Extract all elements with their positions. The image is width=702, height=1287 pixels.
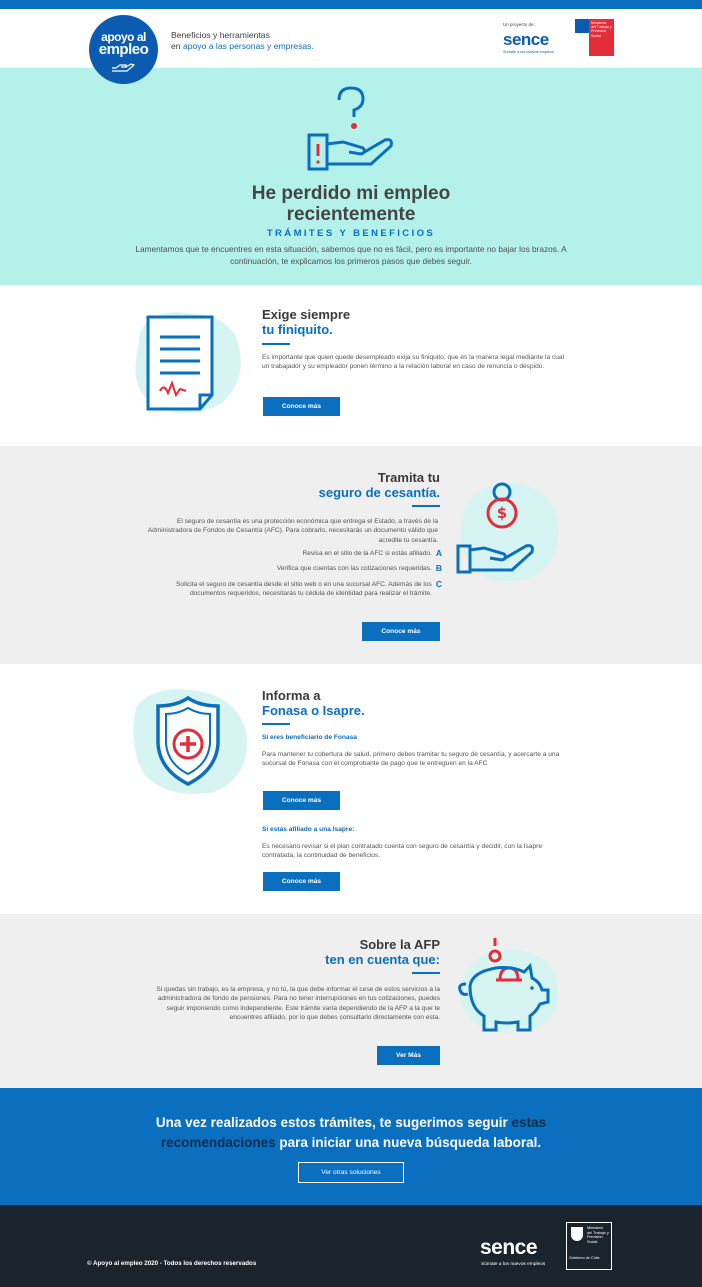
finiquito-divider (262, 343, 290, 345)
ministry-logo[interactable]: Ministerio del Trabajo y Previsión Socia… (575, 19, 614, 56)
sence-slogan: Súmate a los nuevos empleos (503, 50, 554, 54)
sence-logo[interactable]: sence (503, 30, 549, 50)
finiquito-title-blue: tu finiquito. (262, 322, 333, 337)
hand-icon (112, 63, 135, 72)
cesantia-body: El seguro de cesantía es una protección … (147, 518, 438, 544)
step-text: Verifica que cuentas con las cotizacione… (276, 565, 432, 573)
partner-label: Un proyecto de: (503, 22, 535, 27)
apoyo-al-empleo-logo[interactable]: apoyo al empleo (89, 15, 158, 84)
footer-ministry-logo[interactable]: Ministerio del Trabajo y Previsión Socia… (566, 1222, 612, 1270)
page-subtitle: TRÁMITES Y BENEFICIOS (266, 228, 436, 239)
flag-blue-block (575, 19, 589, 33)
tagline-line1: Beneficios y herramientas (171, 30, 270, 40)
afp-ver-mas-button[interactable]: Ver Más (377, 1046, 440, 1065)
finiquito-title-dark: Exige siempre (262, 307, 351, 322)
ministry-label: Ministerio del Trabajo y Previsión Socia… (591, 21, 612, 38)
banner-text-part1: Una vez realizados estos trámites, te su… (155, 1115, 512, 1130)
tagline-prefix: en (171, 41, 183, 51)
isapre-body: Es necesario revisar si el plan contrata… (262, 843, 543, 860)
afp-title-dark: Sobre la AFP (359, 937, 440, 952)
fonasa-title-blue: Fonasa o Isapre. (262, 703, 365, 718)
header-tagline: Beneficios y herramientas en apoyo a las… (171, 30, 314, 52)
afp-body: Si quedas sin trabajo, es la empresa, y … (156, 986, 440, 1021)
fonasa-subheading: Si eres beneficiario de Fonasa (262, 734, 357, 741)
top-accent-bar (0, 0, 702, 9)
ver-otras-soluciones-button[interactable]: Ver otras soluciones (298, 1162, 404, 1183)
health-shield-icon (133, 689, 247, 794)
banner-text-part2: para iniciar una nueva búsqueda laboral. (275, 1135, 542, 1150)
footer-gov-label: Gobierno de Chile (569, 1256, 600, 1261)
question-hand-icon (307, 86, 393, 171)
footer-sence-slogan: Súmate a los nuevos empleos (481, 1262, 546, 1267)
cesantia-divider (412, 505, 440, 507)
page-title: He perdido mi empleo recientemente (0, 183, 702, 225)
fonasa-section (0, 664, 702, 914)
flag-white-block (575, 33, 589, 56)
cesantia-steps: Revisa en el sitio de la AFC si estás af… (132, 549, 442, 598)
logo-line2: empleo (98, 41, 149, 58)
footer-sence-logo[interactable]: sence (480, 1236, 538, 1260)
banner-text: Una vez realizados estos trámites, te su… (120, 1113, 582, 1153)
step-text: Solicita el seguro de cesantía desde el … (176, 580, 432, 597)
cesantia-conoce-mas-button[interactable]: Conoce más (362, 622, 440, 641)
copyright-text: © Apoyo al empleo 2020 - Todos los derec… (87, 1260, 257, 1267)
page-title-line2: recientemente (286, 204, 416, 225)
page-title-line1: He perdido mi empleo (251, 183, 451, 204)
tagline-line2: en apoyo a las personas y empresas. (171, 41, 314, 52)
step-text: Revisa en el sitio de la AFC si estás af… (302, 550, 432, 557)
step-letter: A (435, 548, 442, 558)
cesantia-step-b: Verifica que cuentas con las cotizacione… (132, 564, 442, 573)
finiquito-conoce-mas-button[interactable]: Conoce más (263, 397, 340, 416)
fonasa-divider (262, 723, 290, 725)
isapre-conoce-mas-button[interactable]: Conoce más (263, 872, 340, 891)
step-letter: B (435, 563, 442, 574)
isapre-subheading: Si estás afiliado a una Isapre: (262, 826, 355, 833)
afp-divider (412, 972, 440, 974)
document-icon (135, 312, 241, 414)
hero-intro: Lamentamos que te encuentres en esta sit… (135, 244, 567, 266)
cesantia-title-blue: seguro de cesantía. (318, 485, 440, 500)
cesantia-step-a: Revisa en el sitio de la AFC si estás af… (132, 549, 442, 558)
dollar-coin-hand-icon: $ (456, 482, 559, 582)
chile-shield-icon (571, 1227, 583, 1241)
cesantia-step-c: Solicita el seguro de cesantía desde el … (132, 578, 442, 599)
step-letter: C (435, 578, 442, 589)
cesantia-title-dark: Tramita tu (377, 470, 440, 485)
tagline-accent: apoyo a las personas y empresas. (182, 41, 314, 51)
finiquito-body: Es importante que quien quede desemplead… (262, 354, 565, 371)
fonasa-conoce-mas-button[interactable]: Conoce más (263, 791, 340, 810)
fonasa-title-dark: Informa a (262, 688, 321, 703)
fonasa-body: Para mantener tu cobertura de salud, pri… (262, 751, 560, 768)
svg-text:$: $ (497, 504, 507, 522)
afp-title-blue: ten en cuenta que: (325, 952, 440, 967)
footer-ministry-label: Ministerio del Trabajo y Previsión Socia… (587, 1226, 609, 1244)
piggy-bank-icon (458, 938, 559, 1033)
